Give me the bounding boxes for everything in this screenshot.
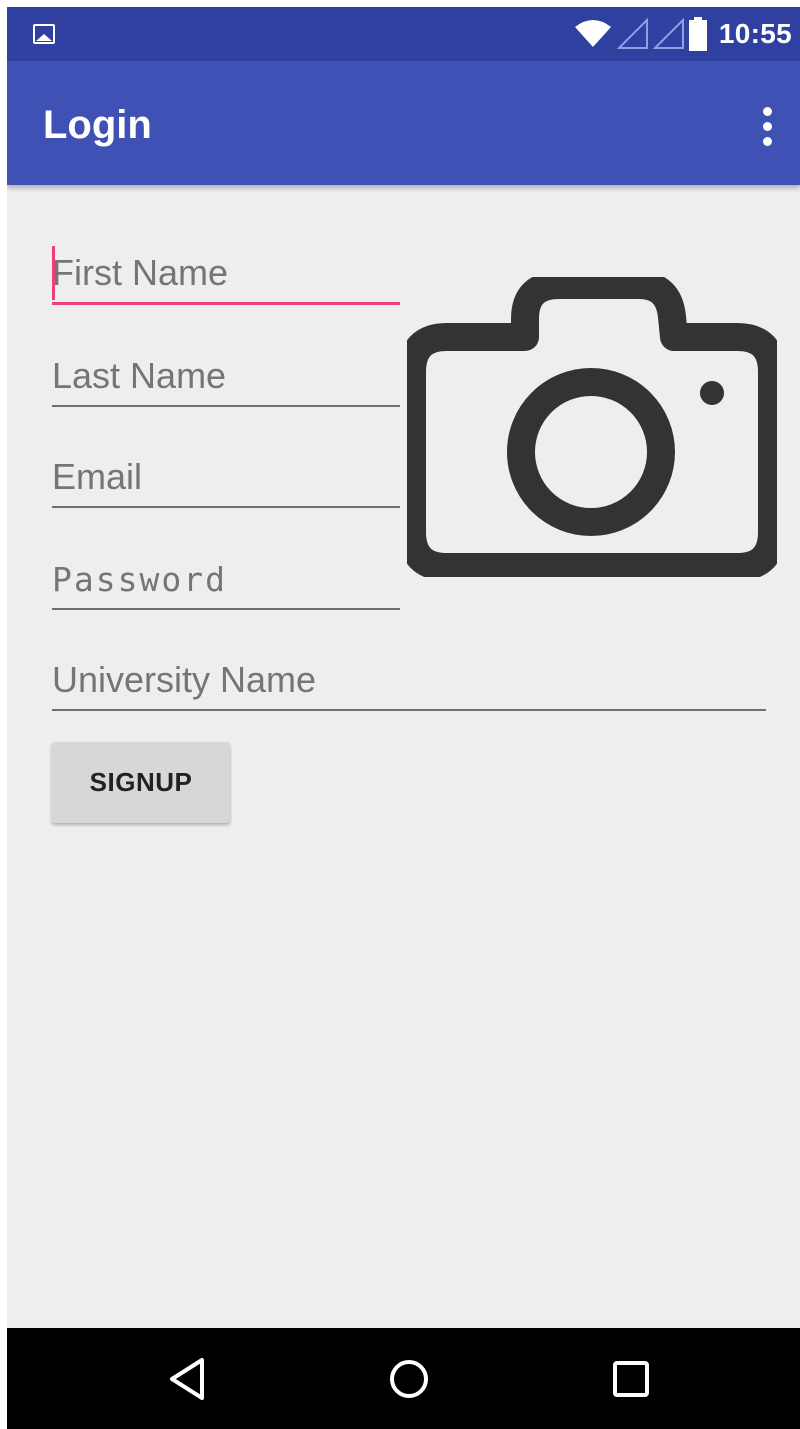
- recents-icon[interactable]: [606, 1354, 656, 1404]
- first-name-field-container: [52, 244, 400, 305]
- gallery-icon: [33, 24, 55, 44]
- password-field-container: [52, 550, 400, 610]
- navigation-bar: [7, 1328, 800, 1429]
- last-name-input[interactable]: [52, 347, 400, 405]
- email-input[interactable]: [52, 448, 400, 506]
- status-bar: 10:55: [7, 7, 800, 61]
- home-icon[interactable]: [384, 1354, 434, 1404]
- camera-icon[interactable]: [407, 277, 777, 577]
- app-title: Login: [43, 103, 152, 147]
- more-vert-icon[interactable]: [760, 107, 774, 147]
- signal-icon: [652, 18, 684, 49]
- last-name-field-container: [52, 347, 400, 407]
- university-field-container: [52, 651, 766, 711]
- clock: 10:55: [718, 18, 792, 49]
- email-field-container: [52, 448, 400, 508]
- wifi-icon: [574, 20, 611, 47]
- signup-button[interactable]: SIGNUP: [52, 742, 230, 823]
- first-name-input[interactable]: [52, 244, 400, 302]
- status-icons: 10:55: [573, 16, 792, 52]
- password-input[interactable]: [52, 550, 400, 608]
- app-bar: Login: [7, 61, 800, 185]
- back-icon[interactable]: [164, 1354, 214, 1404]
- signal-icon: [616, 18, 648, 49]
- battery-icon: [688, 17, 707, 51]
- screen: 10:55 Login SIGNUP: [7, 7, 800, 1429]
- university-name-input[interactable]: [52, 651, 766, 709]
